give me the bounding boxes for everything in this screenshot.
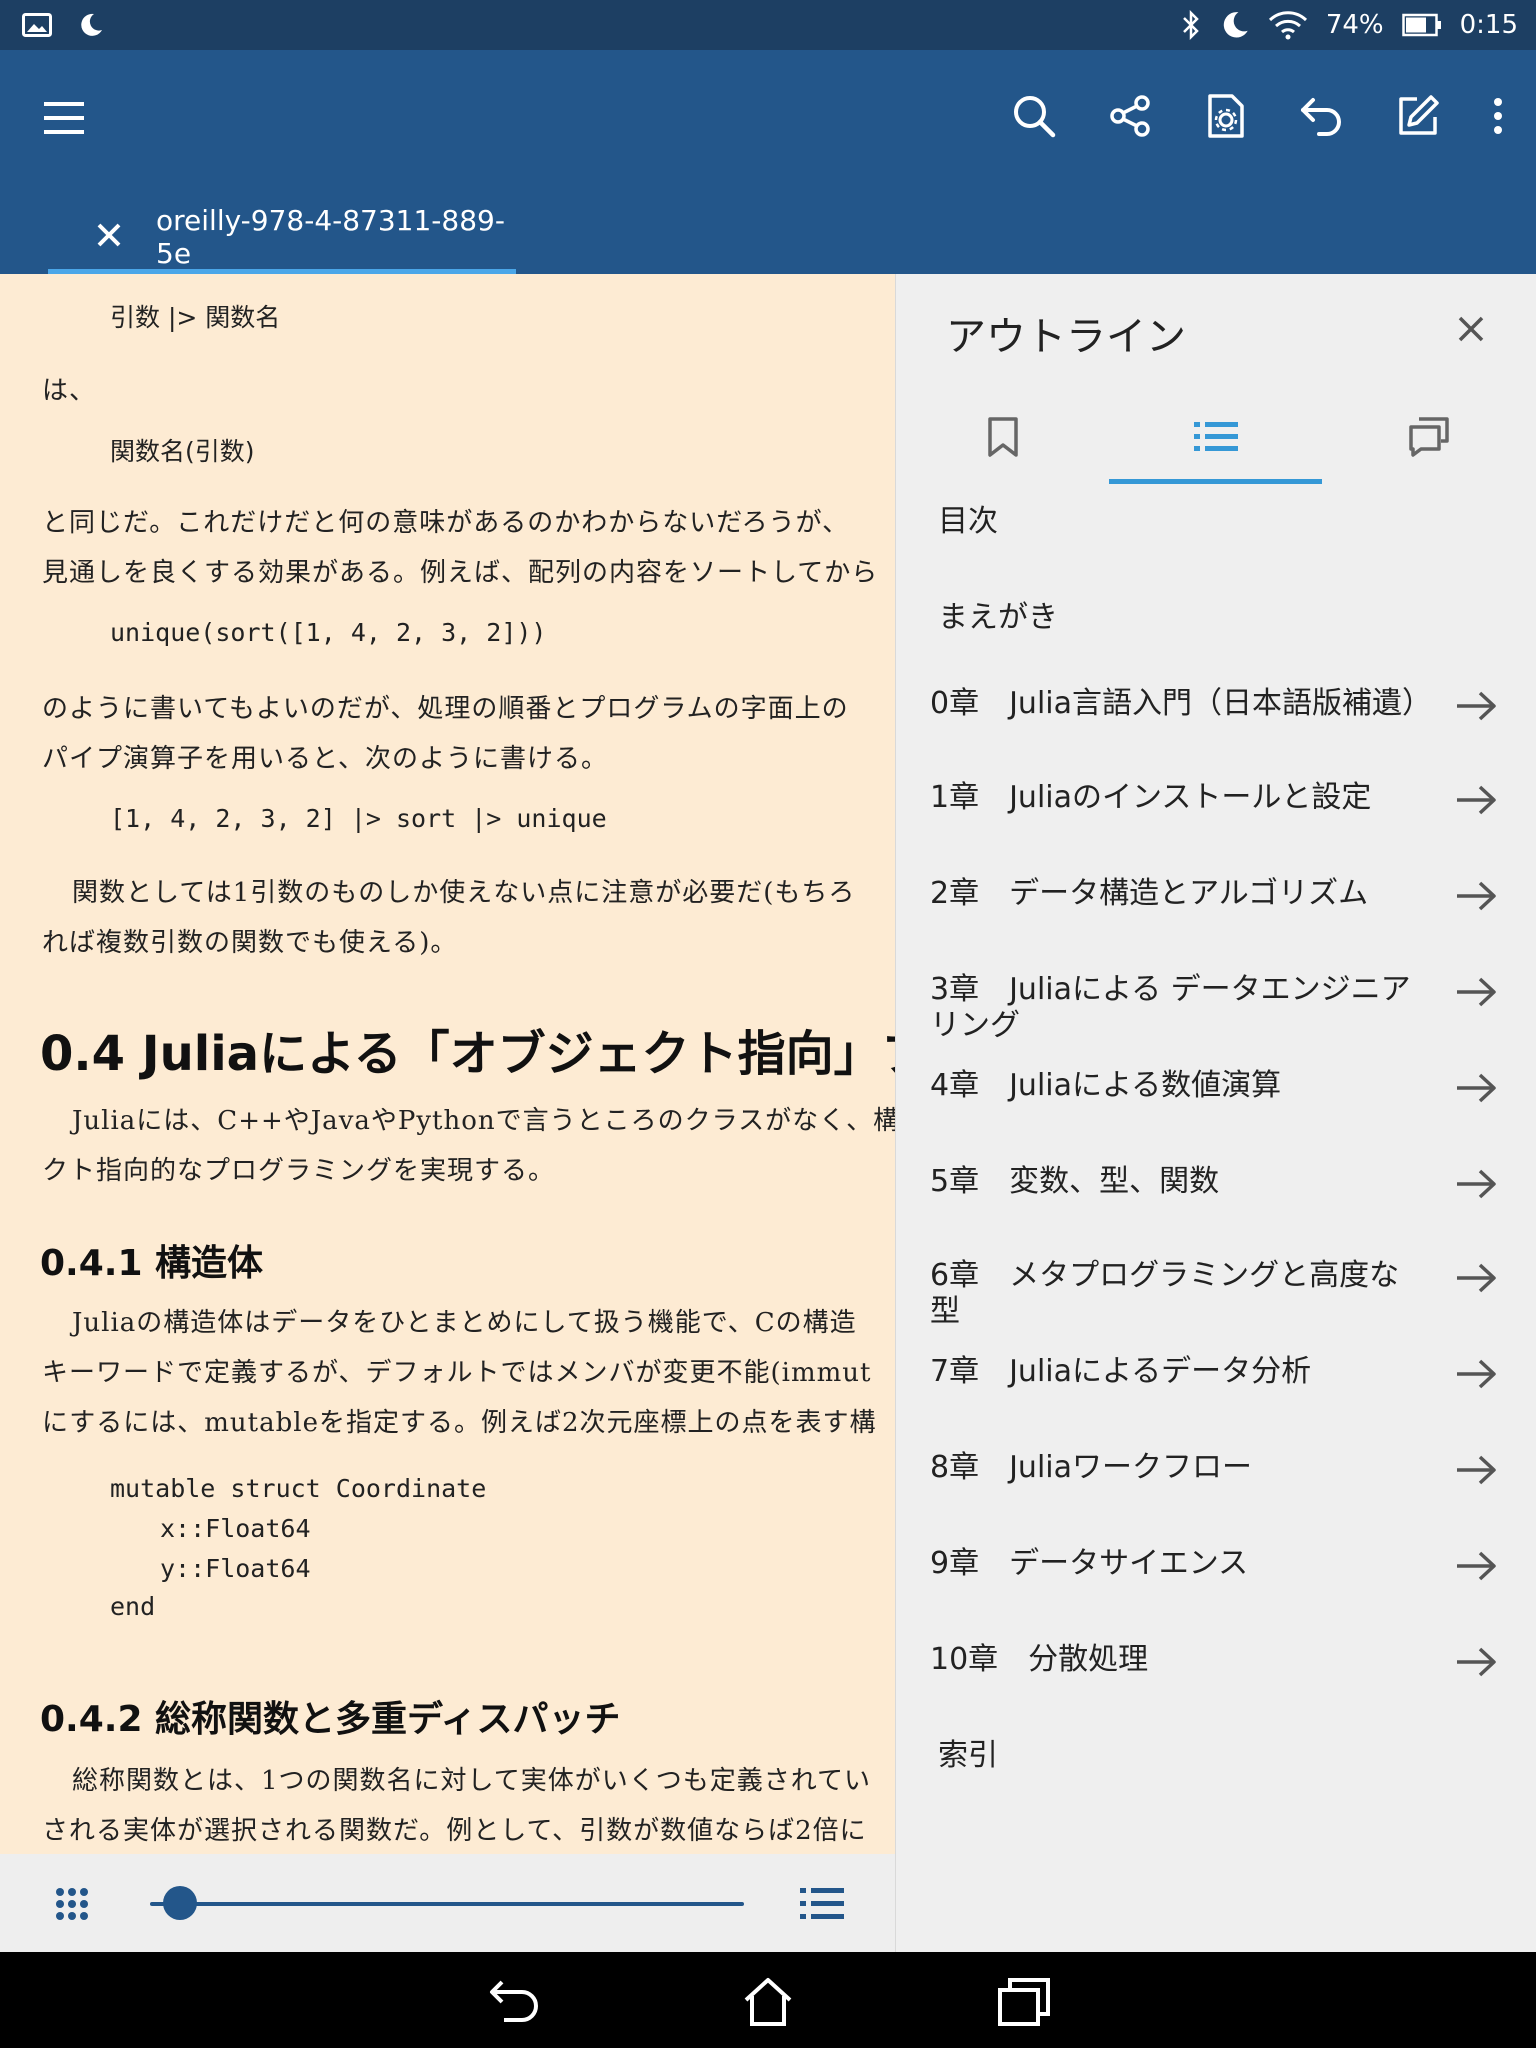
doc-paragraph-line: にするには、mutableを指定する。例えば2次元座標上の点を表す構 [42, 1408, 877, 1438]
back-icon[interactable] [486, 1974, 542, 2030]
outline-tabs [896, 394, 1536, 484]
status-bar: 74% 0:15 [0, 0, 1536, 50]
doc-code-line: end [110, 1592, 156, 1621]
document-tab[interactable]: oreilly-978-4-87311-889-5e [48, 200, 516, 274]
outline-panel: アウトライン 目次まえがき 0章 Julia言語入門（日本語版補遺） 1章 Juli… [895, 274, 1536, 1952]
arrow-right-icon[interactable] [1454, 1260, 1498, 1296]
page-slider-thumb[interactable] [162, 1886, 197, 1920]
outline-item-label: 6章 メタプログラミングと高度な型 [930, 1258, 1400, 1329]
doc-paragraph-line: Juliaには、C++やJavaやPythonで言うところのクラスがなく、構 [72, 1106, 895, 1136]
doc-code-line: x::Float64 [160, 1514, 311, 1543]
outline-list-icon[interactable] [800, 1884, 844, 1924]
page-slider-track[interactable] [150, 1902, 744, 1906]
list-icon [1193, 419, 1238, 459]
arrow-right-icon[interactable] [1454, 782, 1498, 818]
bluetooth-icon [1180, 10, 1202, 40]
clock: 0:15 [1459, 10, 1518, 40]
document-settings-icon[interactable] [1198, 88, 1254, 144]
arrow-right-icon[interactable] [1454, 878, 1498, 914]
tab-outline[interactable] [1109, 394, 1322, 484]
doc-paragraph-line: キーワードで定義するが、デフォルトではメンバが変更不能(immut [42, 1358, 872, 1388]
outline-item-label: 0章 Julia言語入門（日本語版補遺） [930, 686, 1433, 721]
document-view[interactable]: 引数 |> 関数名 は、 関数名(引数) と同じだ。これだけだと何の意味があるの… [0, 274, 895, 1854]
arrow-right-icon[interactable] [1454, 688, 1498, 724]
battery-icon [1401, 12, 1442, 38]
doc-paragraph-line: れば複数引数の関数でも使える)。 [42, 928, 458, 958]
doc-paragraph-line: のように書いてもよいのだが、処理の順番とプログラムの字面上の [42, 694, 849, 724]
doc-paragraph-line: は、 [42, 376, 97, 406]
subsection-heading: 0.4.1 構造体 [40, 1243, 264, 1284]
doc-paragraph-line: パイプ演算子を用いると、次のように書ける。 [42, 744, 608, 774]
moon-icon [78, 12, 104, 38]
outline-item-label: 2章 データ構造とアルゴリズム [930, 876, 1369, 911]
wifi-icon [1268, 10, 1308, 40]
section-heading: 0.4 Juliaによる「オブジェクト指向」プロ [40, 1026, 895, 1082]
outline-item-label: 索引 [938, 1738, 998, 1773]
undo-icon[interactable] [1294, 88, 1350, 144]
doc-paragraph-line: される実体が選択される関数だ。例として、引数が数値ならば2倍に [42, 1816, 867, 1846]
comments-icon [1407, 415, 1451, 463]
doc-code-line: [1, 4, 2, 3, 2] |> sort |> unique [110, 804, 607, 833]
outline-item-label: 1章 Juliaのインストールと設定 [930, 780, 1372, 815]
arrow-right-icon[interactable] [1454, 1356, 1498, 1392]
doc-code-line: mutable struct Coordinate [110, 1474, 487, 1503]
moon-icon [1220, 10, 1250, 40]
navigation-bar [0, 1952, 1536, 2048]
tab-bookmarks[interactable] [896, 394, 1109, 484]
close-tab-icon[interactable] [96, 222, 126, 252]
panel-title: アウトライン [946, 314, 1186, 360]
outline-item-label: 5章 変数、型、関数 [930, 1164, 1220, 1199]
doc-paragraph-line: クト指向的なプログラミングを実現する。 [42, 1156, 556, 1186]
document-toolbar [0, 1854, 895, 1952]
tab-comments[interactable] [1322, 394, 1535, 484]
doc-paragraph-line: と同じだ。これだけだと何の意味があるのかわからないだろうが、 [42, 508, 850, 538]
search-icon[interactable] [1006, 88, 1062, 144]
outline-item-label: 3章 Juliaによる データエンジニアリング [930, 972, 1411, 1043]
doc-paragraph-line: 総称関数とは、1つの関数名に対して実体がいくつも定義されてい [72, 1766, 871, 1796]
outline-item-label: 4章 Juliaによる数値演算 [930, 1068, 1282, 1103]
bookmark-icon [985, 415, 1021, 463]
outline-item-label: 9章 データサイエンス [930, 1546, 1249, 1581]
doc-code-line: 関数名(引数) [110, 437, 255, 466]
arrow-right-icon[interactable] [1454, 1452, 1498, 1488]
more-vertical-icon[interactable] [1486, 88, 1510, 144]
outline-item-label: まえがき [938, 600, 1058, 635]
tab-title: oreilly-978-4-87311-889-5e [156, 204, 505, 270]
doc-paragraph-line: Juliaの構造体はデータをひとまとめにして扱う機能で、Cの構造 [72, 1308, 857, 1338]
active-tab-indicator [1109, 479, 1322, 484]
doc-paragraph-line: 見通しを良くする効果がある。例えば、配列の内容をソートしてから [42, 558, 879, 588]
grid-view-icon[interactable] [52, 1884, 92, 1924]
arrow-right-icon[interactable] [1454, 1166, 1498, 1202]
outline-item-label: 10章 分散処理 [930, 1642, 1149, 1677]
arrow-right-icon[interactable] [1454, 974, 1498, 1010]
doc-paragraph-line: 関数としては1引数のものしか使えない点に注意が必要だ(もちろ [72, 878, 856, 908]
battery-percentage: 74% [1325, 10, 1384, 40]
image-icon [22, 13, 52, 37]
doc-code-line: unique(sort([1, 4, 2, 3, 2])) [110, 618, 547, 647]
share-icon[interactable] [1102, 88, 1158, 144]
subsection-heading: 0.4.2 総称関数と多重ディスパッチ [40, 1699, 621, 1740]
recent-apps-icon[interactable] [996, 1974, 1052, 2030]
hamburger-menu-icon[interactable] [40, 94, 88, 142]
outline-item-label: 目次 [938, 504, 998, 539]
edit-icon[interactable] [1390, 88, 1446, 144]
close-icon[interactable] [1456, 314, 1486, 344]
outline-item-label: 8章 Juliaワークフロー [930, 1450, 1253, 1485]
doc-code-line: 引数 |> 関数名 [110, 303, 281, 332]
arrow-right-icon[interactable] [1454, 1644, 1498, 1680]
arrow-right-icon[interactable] [1454, 1548, 1498, 1584]
outline-item-label: 7章 Juliaによるデータ分析 [930, 1354, 1312, 1389]
arrow-right-icon[interactable] [1454, 1070, 1498, 1106]
doc-code-line: y::Float64 [160, 1554, 311, 1583]
app-bar: oreilly-978-4-87311-889-5e [0, 50, 1536, 274]
home-icon[interactable] [740, 1974, 796, 2030]
